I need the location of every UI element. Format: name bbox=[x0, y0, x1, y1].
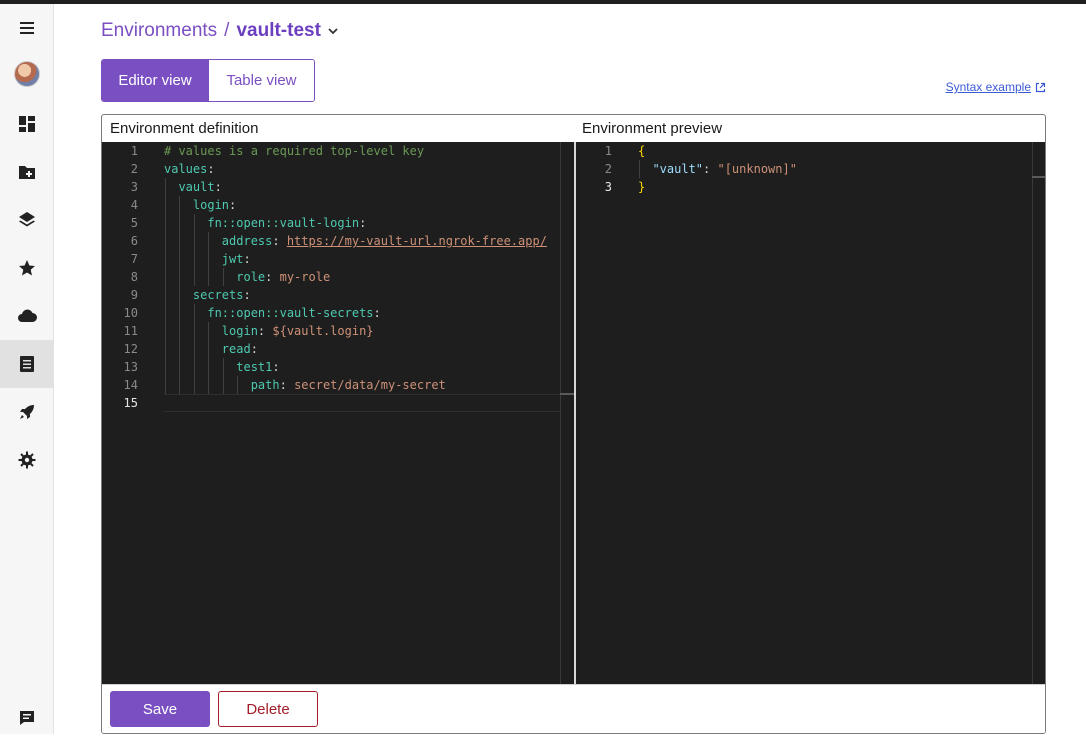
code-line: { bbox=[638, 144, 646, 158]
table-view-button[interactable]: Table view bbox=[208, 60, 314, 101]
syntax-example-label: Syntax example bbox=[945, 80, 1031, 94]
breadcrumb-environments-link[interactable]: Environments bbox=[101, 20, 217, 42]
view-toggle: Editor view Table view bbox=[101, 59, 315, 102]
code-line: path: secret/data/my-secret bbox=[250, 378, 446, 392]
dashboard-icon[interactable] bbox=[0, 100, 53, 148]
definition-editor[interactable]: 1 2 3 4 5 6 7 8 9 10 11 12 13 14 15 # va… bbox=[102, 142, 574, 684]
definition-scrollbar[interactable] bbox=[560, 142, 561, 684]
layers-icon[interactable] bbox=[0, 196, 53, 244]
preview-scrollbar[interactable] bbox=[1032, 142, 1033, 684]
code-line: } bbox=[638, 180, 646, 194]
code-line: read: bbox=[221, 342, 258, 356]
panel-footer: Save Delete bbox=[102, 684, 1045, 733]
code-line: login: bbox=[192, 198, 237, 212]
code-line: address: https://my-vault-url.ngrok-free… bbox=[221, 234, 547, 248]
preview-scroll-marker bbox=[1032, 176, 1045, 178]
environment-panel: Environment definition Environment previ… bbox=[101, 114, 1046, 734]
line-number: 2 bbox=[604, 162, 612, 176]
preview-editor[interactable]: 1 2 3 { "vault": "[unknown]" } bbox=[574, 142, 1045, 684]
save-button[interactable]: Save bbox=[110, 691, 210, 727]
line-number: 11 bbox=[123, 324, 138, 338]
code-line: vault: bbox=[178, 180, 222, 194]
line-number: 5 bbox=[130, 216, 138, 230]
code-line: "vault": "[unknown]" bbox=[652, 162, 797, 176]
line-number: 13 bbox=[123, 360, 138, 374]
code-line: test1: bbox=[236, 360, 280, 374]
code-line: jwt: bbox=[221, 252, 251, 266]
chevron-down-icon[interactable] bbox=[327, 25, 339, 37]
line-number: 1 bbox=[130, 144, 138, 158]
line-number: 15 bbox=[123, 396, 138, 410]
sidebar bbox=[0, 4, 54, 734]
line-number: 3 bbox=[604, 180, 612, 194]
cloud-icon[interactable] bbox=[0, 292, 53, 340]
settings-icon[interactable] bbox=[0, 436, 53, 484]
main-content: Environments / vault-test Editor view Ta… bbox=[101, 4, 1046, 734]
syntax-example-link[interactable]: Syntax example bbox=[946, 80, 1046, 94]
line-number: 14 bbox=[123, 378, 138, 392]
environment-preview-title: Environment preview bbox=[582, 120, 723, 137]
line-number: 12 bbox=[123, 342, 138, 356]
menu-icon[interactable] bbox=[0, 4, 53, 52]
code-line: fn::open::vault-login: bbox=[207, 216, 367, 230]
rocket-icon[interactable] bbox=[0, 388, 53, 436]
editor-view-button[interactable]: Editor view bbox=[102, 60, 208, 101]
star-icon[interactable] bbox=[0, 244, 53, 292]
code-line: secrets: bbox=[192, 288, 251, 302]
line-number: 7 bbox=[130, 252, 138, 266]
environments-icon[interactable] bbox=[0, 340, 53, 388]
avatar[interactable] bbox=[0, 50, 53, 98]
line-number: 2 bbox=[130, 162, 138, 176]
line-number: 6 bbox=[130, 234, 138, 248]
line-number: 8 bbox=[130, 270, 138, 284]
code-line: values: bbox=[164, 162, 215, 176]
current-line-highlight bbox=[164, 394, 560, 412]
code-line: # values is a required top-level key bbox=[164, 144, 425, 158]
code-line: fn::open::vault-secrets: bbox=[207, 306, 381, 320]
line-number: 9 bbox=[130, 288, 138, 302]
line-number: 10 bbox=[123, 306, 138, 320]
external-link-icon bbox=[1035, 82, 1046, 92]
feedback-icon[interactable] bbox=[0, 694, 53, 742]
delete-button[interactable]: Delete bbox=[218, 691, 318, 727]
user-avatar bbox=[13, 61, 40, 87]
breadcrumb-current[interactable]: vault-test bbox=[236, 20, 320, 42]
line-number: 4 bbox=[130, 198, 138, 212]
definition-scroll-marker bbox=[560, 393, 574, 395]
breadcrumb-separator: / bbox=[224, 20, 230, 41]
line-number: 1 bbox=[604, 144, 612, 158]
add-folder-icon[interactable] bbox=[0, 148, 53, 196]
environment-definition-title: Environment definition bbox=[110, 120, 259, 137]
code-line: role: my-role bbox=[236, 270, 331, 284]
code-line: login: ${vault.login} bbox=[221, 324, 374, 338]
line-number: 3 bbox=[130, 180, 138, 194]
breadcrumb: Environments / vault-test bbox=[101, 20, 339, 42]
